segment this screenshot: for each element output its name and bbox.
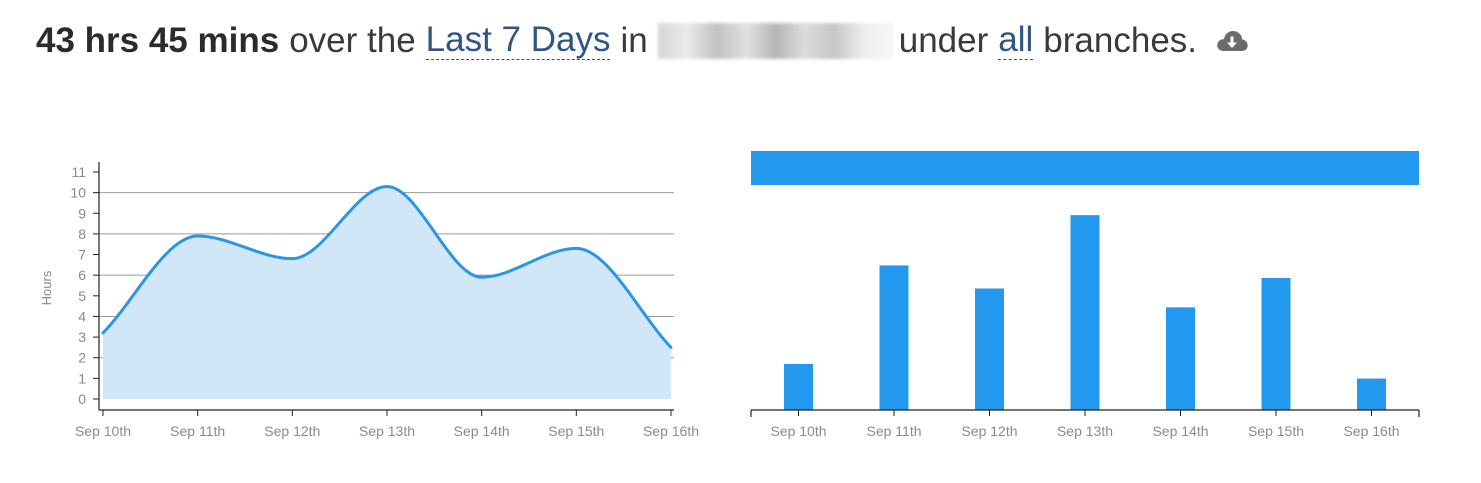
- y-tick-label: 8: [78, 226, 86, 242]
- bar: [879, 265, 909, 410]
- bars: [784, 215, 1386, 410]
- x-tick-label: Sep 13th: [359, 423, 415, 439]
- x-tick-label: Sep 16th: [643, 423, 699, 439]
- x-tick-label: Sep 12th: [961, 423, 1017, 439]
- y-tick-label: 6: [78, 267, 86, 283]
- x-axis-ticks: Sep 10th Sep 11th Sep 12th Sep 13th Sep 14th…: [750, 410, 1420, 439]
- bar: [1357, 378, 1386, 410]
- area-fill: [103, 186, 671, 399]
- x-tick-label: Sep 15th: [548, 423, 604, 439]
- y-tick-label: 11: [71, 164, 86, 180]
- y-axis-label: Hours: [39, 270, 54, 305]
- y-tick-label: 2: [78, 350, 86, 366]
- bar: [975, 288, 1004, 410]
- x-tick-label: Sep 15th: [1248, 423, 1304, 439]
- y-tick-label: 7: [78, 247, 86, 263]
- x-tick-label: Sep 10th: [770, 423, 826, 439]
- x-tick-label: Sep 12th: [264, 423, 320, 439]
- y-tick-label: 9: [78, 205, 86, 221]
- x-axis-ticks: Sep 10th Sep 11th Sep 12th Sep 13th Sep 14th…: [75, 410, 699, 439]
- x-tick-label: Sep 13th: [1057, 423, 1113, 439]
- bar: [1261, 278, 1291, 410]
- x-tick-label: Sep 14th: [454, 423, 510, 439]
- bar: [1166, 307, 1195, 410]
- x-tick-label: Sep 16th: [1343, 423, 1399, 439]
- bar-chart: Sep 10th Sep 11th Sep 12th Sep 13th Sep 14th…: [750, 151, 1420, 439]
- bar: [784, 363, 813, 410]
- bar: [1070, 215, 1100, 410]
- legend-banner: [751, 151, 1419, 185]
- y-tick-label: 10: [70, 185, 86, 201]
- x-tick-label: Sep 10th: [75, 423, 131, 439]
- x-tick-label: Sep 11th: [170, 423, 225, 439]
- area-chart: 01234567891011 Sep 10th Sep 11th Sep 12th S…: [39, 162, 699, 439]
- x-tick-label: Sep 11th: [866, 423, 921, 439]
- y-tick-label: 1: [78, 370, 86, 386]
- y-axis-ticks: 0 1 2 3 4 5 6 7 8 9 10 11: [70, 164, 99, 407]
- y-tick-label: 0: [78, 391, 86, 407]
- y-tick-label: 5: [78, 288, 86, 304]
- y-tick-label: 3: [78, 329, 86, 345]
- x-tick-label: Sep 14th: [1152, 423, 1208, 439]
- y-tick-label: 4: [78, 308, 86, 324]
